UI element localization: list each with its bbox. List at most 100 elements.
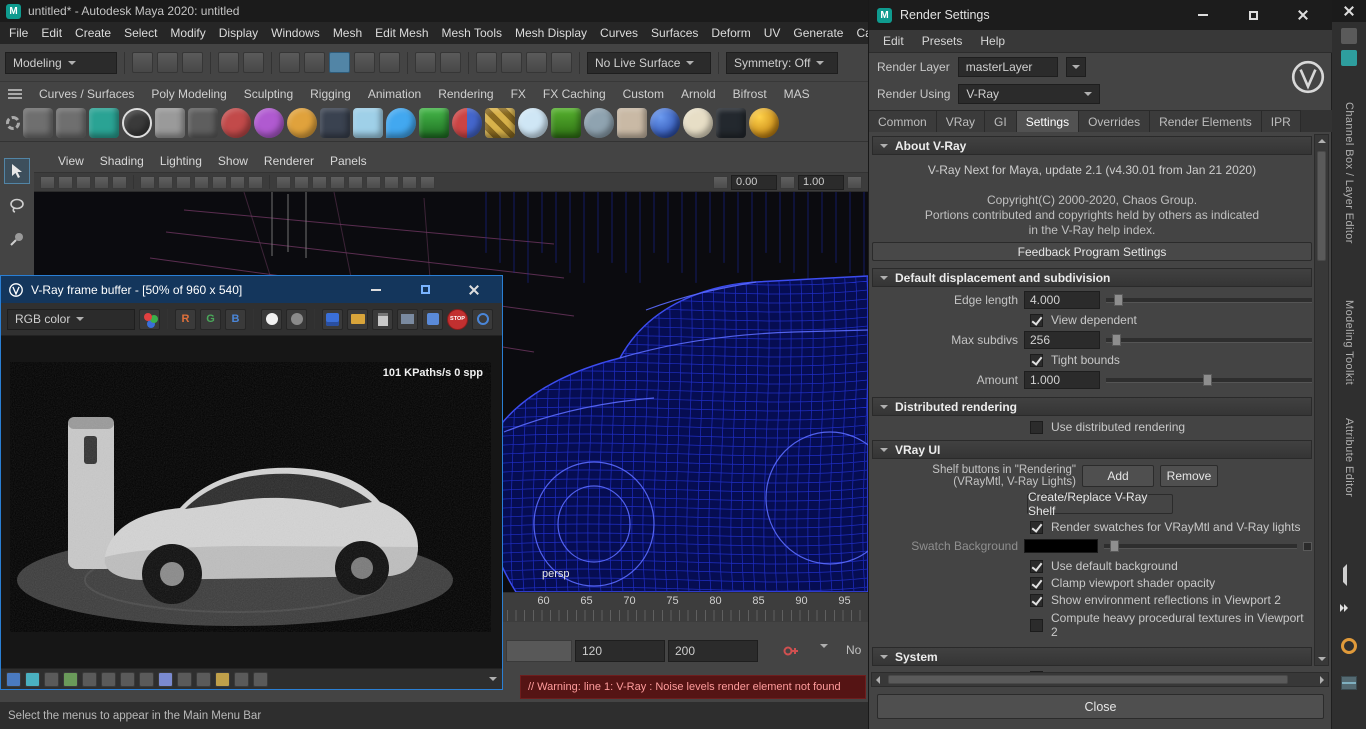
shelf-icon[interactable] <box>155 108 185 138</box>
tab-channel-box-layer-editor[interactable]: Channel Box / Layer Editor <box>1343 102 1355 272</box>
playback-range-bar[interactable] <box>506 640 572 662</box>
render-layer-selector[interactable]: masterLayer <box>958 57 1058 77</box>
clear-image-icon[interactable] <box>397 309 418 330</box>
ocio-icon[interactable] <box>234 672 249 687</box>
menu-mesh-display[interactable]: Mesh Display <box>515 26 587 40</box>
scroll-left-icon[interactable] <box>876 676 880 684</box>
shelf-tab-rendering[interactable]: Rendering <box>438 87 493 101</box>
swatch-background-slider[interactable] <box>1104 539 1297 553</box>
tab-common[interactable]: Common <box>869 110 937 132</box>
close-button[interactable] <box>453 276 495 303</box>
use-default-bg-checkbox[interactable] <box>1030 560 1043 573</box>
shelf-icon[interactable] <box>353 108 383 138</box>
shelf-icon[interactable] <box>485 108 515 138</box>
menu-cache[interactable]: Ca <box>856 26 868 40</box>
shadows-icon[interactable] <box>348 176 363 189</box>
shelf-icon[interactable] <box>551 108 581 138</box>
menu-mesh-tools[interactable]: Mesh Tools <box>442 26 502 40</box>
menu-select[interactable]: Select <box>124 26 157 40</box>
shelf-tab-bifrost[interactable]: Bifrost <box>733 87 767 101</box>
panel-menu-renderer[interactable]: Renderer <box>264 154 314 168</box>
camera-attributes-icon[interactable] <box>76 176 91 189</box>
shelf-icon[interactable] <box>254 108 284 138</box>
show-env-reflections-checkbox[interactable] <box>1030 594 1043 607</box>
section-vray-ui[interactable]: VRay UI <box>872 440 1312 459</box>
select-tool[interactable] <box>4 158 30 184</box>
minimize-button[interactable] <box>355 276 397 303</box>
stamp-icon[interactable] <box>422 309 443 330</box>
safe-action-icon[interactable] <box>230 176 245 189</box>
white-balance-icon[interactable] <box>101 672 116 687</box>
render-settings-titlebar[interactable]: M Render Settings <box>869 0 1332 30</box>
section-distributed-rendering[interactable]: Distributed rendering <box>872 397 1312 416</box>
show-corrections-icon[interactable] <box>63 672 78 687</box>
compute-heavy-checkbox[interactable] <box>1030 619 1043 632</box>
max-subdivs-field[interactable]: 256 <box>1024 331 1100 349</box>
menu-uv[interactable]: UV <box>764 26 781 40</box>
gate-mask-icon[interactable] <box>194 176 209 189</box>
script-warning[interactable]: // Warning: line 1: V-Ray : Noise levels… <box>520 675 866 699</box>
panel-menu-panels[interactable]: Panels <box>330 154 367 168</box>
edge-length-slider[interactable] <box>1106 293 1312 307</box>
grid-table-icon[interactable] <box>1341 676 1357 690</box>
pencil-icon[interactable] <box>1343 568 1347 582</box>
fast-forward-icon[interactable] <box>1340 604 1348 612</box>
vfb-titlebar[interactable]: V-Ray frame buffer - [50% of 960 x 540] <box>1 276 502 303</box>
render-current-frame-icon[interactable] <box>501 52 522 73</box>
depth-of-field-icon[interactable] <box>420 176 435 189</box>
menu-modify[interactable]: Modify <box>170 26 205 40</box>
h-scroll-thumb[interactable] <box>888 675 1288 684</box>
make-live-icon[interactable] <box>415 52 436 73</box>
shelf-icon[interactable] <box>89 108 119 138</box>
open-render-view-icon[interactable] <box>476 52 497 73</box>
remove-button[interactable]: Remove <box>1160 465 1218 487</box>
swatch-picker-icon[interactable] <box>1303 542 1312 551</box>
snap-point-icon[interactable] <box>329 52 350 73</box>
panel-menu-lighting[interactable]: Lighting <box>160 154 202 168</box>
field-chart-icon[interactable] <box>212 176 227 189</box>
bookmarks-icon[interactable] <box>94 176 109 189</box>
vray-shelf-icon[interactable] <box>122 108 152 138</box>
menu-mesh[interactable]: Mesh <box>333 26 362 40</box>
character-set-label[interactable]: No <box>846 643 868 657</box>
exposure-field[interactable]: 0.00 <box>731 175 777 190</box>
motion-blur-icon[interactable] <box>384 176 399 189</box>
shelf-icon[interactable] <box>452 108 482 138</box>
color-balance-icon[interactable] <box>139 672 154 687</box>
gamma-icon[interactable] <box>780 176 795 189</box>
menu-file[interactable]: File <box>9 26 28 40</box>
shelf-icon[interactable] <box>419 108 449 138</box>
channel-selector[interactable]: RGB color <box>7 309 135 330</box>
restore-button[interactable] <box>1232 0 1274 30</box>
set-key-icon[interactable] <box>782 642 800 663</box>
save-image-icon[interactable] <box>322 309 343 330</box>
snap-grid-icon[interactable] <box>279 52 300 73</box>
render-layer-chevron[interactable] <box>1066 57 1086 77</box>
create-shelf-button[interactable]: Create/Replace V-Ray Shelf <box>1027 494 1173 514</box>
snap-curve-icon[interactable] <box>304 52 325 73</box>
wireframe-icon[interactable] <box>276 176 291 189</box>
background-toggle-icon[interactable] <box>196 672 211 687</box>
open-scene-icon[interactable] <box>157 52 178 73</box>
save-scene-icon[interactable] <box>182 52 203 73</box>
shelf-tab-custom[interactable]: Custom <box>623 87 664 101</box>
snap-projected-center-icon[interactable] <box>354 52 375 73</box>
shaded-icon[interactable] <box>294 176 309 189</box>
clipboard-icon[interactable] <box>372 309 393 330</box>
clamp-opacity-checkbox[interactable] <box>1030 577 1043 590</box>
shelf-icon[interactable] <box>320 108 350 138</box>
menu-edit[interactable]: Edit <box>883 34 904 48</box>
rendered-image[interactable]: 101 KPaths/s 0 spp <box>10 362 491 632</box>
shelf-icon[interactable] <box>617 108 647 138</box>
menu-curves[interactable]: Curves <box>600 26 638 40</box>
section-system[interactable]: System <box>872 647 1312 666</box>
textured-icon[interactable] <box>312 176 327 189</box>
render-settings-icon[interactable] <box>551 52 572 73</box>
shelf-icon[interactable] <box>56 108 86 138</box>
exposure-icon[interactable] <box>82 672 97 687</box>
background-image-icon[interactable] <box>44 672 59 687</box>
close-button[interactable] <box>1282 0 1324 30</box>
blue-channel-button[interactable]: B <box>225 309 246 330</box>
resolution-gate-icon[interactable] <box>176 176 191 189</box>
menuset-selector[interactable]: Modeling <box>5 52 117 74</box>
